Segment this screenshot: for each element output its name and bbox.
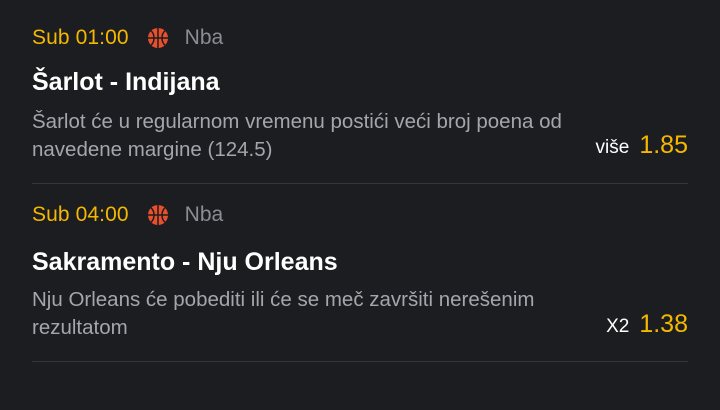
basketball-icon [147,27,169,49]
divider [32,361,688,362]
odd-button[interactable]: više 1.85 [596,131,688,160]
match-title: Sakramento - Nju Orleans [32,248,338,276]
tip-description: Šarlot će u regularnom vremenu postići v… [32,110,562,161]
match-time: Sub 01:00 [32,26,129,49]
basketball-icon [147,204,169,226]
bet-type: X2 [606,316,630,337]
match-time: Sub 04:00 [32,203,129,226]
tip-card[interactable]: Sub 01:00 Nba Šarlot - Indijana Šarlot ć… [32,0,688,184]
league-name: Nba [184,203,224,226]
odd-value: 1.38 [639,310,688,338]
tip-description: Nju Orleans će pobediti ili će se meč za… [32,288,535,339]
match-meta: Sub 01:00 Nba [32,24,223,52]
odd-button[interactable]: X2 1.38 [606,310,688,339]
bet-type: više [595,137,630,158]
tip-card[interactable]: Sub 04:00 Nba Sakramento - Nju Orleans N… [32,184,688,362]
match-meta: Sub 04:00 Nba [32,201,223,229]
league-name: Nba [184,26,224,49]
match-title: Šarlot - Indijana [32,68,220,96]
odd-value: 1.85 [639,131,688,159]
